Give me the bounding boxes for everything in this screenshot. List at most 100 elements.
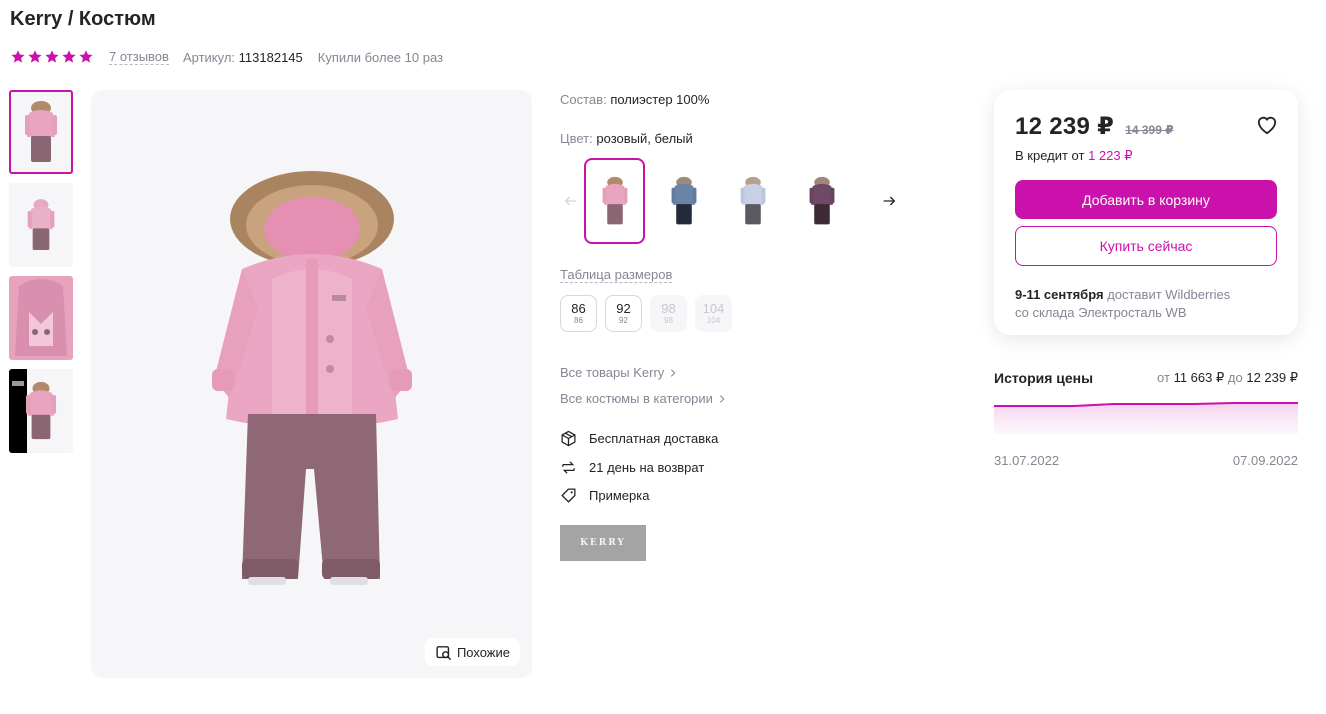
search-image-icon bbox=[436, 645, 452, 660]
suit-promo-image bbox=[25, 381, 57, 440]
suit-alt-image bbox=[27, 199, 55, 250]
thumbnail-caption-mark bbox=[12, 381, 24, 386]
brand-logo-text: KERRY bbox=[580, 538, 626, 548]
size-selector: 86 86 92 92 98 98 104 104 bbox=[560, 295, 732, 332]
size-label: 92 bbox=[616, 300, 631, 316]
similar-button[interactable]: Похожие bbox=[424, 638, 520, 666]
main-product-image[interactable]: Похожие bbox=[91, 90, 532, 678]
range-from: 11 663 ₽ bbox=[1173, 370, 1225, 385]
size-label: 86 bbox=[571, 300, 586, 316]
price-area bbox=[994, 403, 1298, 434]
all-category-label: Все костюмы в категории bbox=[560, 391, 713, 406]
brand-logo[interactable]: KERRY bbox=[560, 525, 646, 561]
color-purple-image bbox=[809, 176, 835, 225]
all-category-link[interactable]: Все костюмы в категории bbox=[560, 391, 727, 406]
size-sublabel: 86 bbox=[574, 315, 583, 325]
feature-label: Бесплатная доставка bbox=[589, 431, 719, 446]
old-price: 14 399 ₽ bbox=[1125, 123, 1174, 137]
price-card: 12 239 ₽ 14 399 ₽ В кредит от 1 223 ₽ До… bbox=[994, 90, 1298, 335]
date-start: 31.07.2022 bbox=[994, 453, 1060, 468]
similar-label: Похожие bbox=[456, 644, 510, 660]
size-table-link[interactable]: Таблица размеров bbox=[560, 267, 673, 283]
feature-fitting: Примерка bbox=[560, 487, 649, 504]
size-option-104[interactable]: 104 104 bbox=[695, 295, 732, 332]
reviews-link[interactable]: 7 отзывов bbox=[109, 49, 169, 65]
date-end: 07.09.2022 bbox=[1232, 453, 1298, 468]
price-history-header: История цены от 11 663 ₽ до 12 239 ₽ bbox=[994, 370, 1298, 386]
thumbnail-list bbox=[9, 90, 73, 462]
color-option-blue[interactable] bbox=[653, 158, 714, 244]
size-sublabel: 98 bbox=[664, 315, 673, 325]
rating-stars[interactable] bbox=[10, 49, 94, 65]
credit-info: В кредит от 1 223 ₽ bbox=[1015, 148, 1277, 164]
color-value: розовый, белый bbox=[596, 131, 693, 146]
suit-detail-image bbox=[9, 276, 73, 360]
product-title: Kerry / Костюм bbox=[10, 8, 156, 30]
size-option-92[interactable]: 92 92 bbox=[605, 295, 642, 332]
heart-icon bbox=[1257, 116, 1277, 135]
delivery-info: 9-11 сентября доставит Wildberries со ск… bbox=[1015, 286, 1277, 322]
color-option-light-blue[interactable] bbox=[723, 158, 784, 244]
feature-label: 21 день на возврат bbox=[589, 460, 705, 475]
carousel-prev-button[interactable] bbox=[560, 190, 581, 212]
delivery-warehouse: со склада Электросталь WB bbox=[1015, 305, 1187, 320]
range-to: 12 239 ₽ bbox=[1246, 370, 1298, 385]
feature-label: Примерка bbox=[589, 488, 650, 503]
chevron-right-icon bbox=[719, 394, 725, 403]
size-label: 104 bbox=[702, 300, 725, 316]
feature-free-delivery: Бесплатная доставка bbox=[560, 430, 718, 447]
add-to-cart-button[interactable]: Добавить в корзину bbox=[1015, 180, 1277, 219]
feature-return: 21 день на возврат bbox=[560, 459, 704, 476]
color-label: Цвет: bbox=[560, 131, 593, 146]
price-history-range: от 11 663 ₽ до 12 239 ₽ bbox=[1157, 370, 1298, 386]
color-light-blue-image bbox=[740, 176, 766, 225]
color-option-pink[interactable] bbox=[584, 158, 646, 244]
snowsuit-image bbox=[211, 171, 412, 585]
price-history-title: История цены bbox=[994, 370, 1094, 386]
buy-now-button[interactable]: Купить сейчас bbox=[1015, 226, 1277, 266]
star-icon bbox=[28, 50, 42, 63]
thumbnail-2[interactable] bbox=[9, 183, 73, 267]
range-to-label: до bbox=[1227, 370, 1243, 385]
size-sublabel: 104 bbox=[706, 315, 721, 325]
thumbnail-3[interactable] bbox=[9, 276, 73, 360]
article-label: Артикул: bbox=[182, 49, 236, 65]
favorite-button[interactable] bbox=[1256, 115, 1278, 140]
carousel-next-button[interactable] bbox=[879, 190, 900, 212]
composition-value: полиэстер 100% bbox=[610, 92, 710, 107]
price-row: 12 239 ₽ 14 399 ₽ bbox=[1015, 112, 1277, 141]
size-option-86[interactable]: 86 86 bbox=[560, 295, 597, 332]
color-blue-image bbox=[671, 176, 697, 225]
color-carousel bbox=[560, 158, 900, 244]
size-label: 98 bbox=[661, 300, 676, 316]
delivery-text: доставит Wildberries bbox=[1107, 287, 1231, 302]
credit-label: В кредит от bbox=[1015, 148, 1085, 163]
thumbnail-4[interactable] bbox=[9, 369, 73, 453]
suit-front-image bbox=[25, 101, 57, 162]
size-sublabel: 92 bbox=[619, 315, 628, 325]
box-icon bbox=[561, 430, 576, 447]
product-meta: 7 отзывов Артикул: 113182145 Купили боле… bbox=[10, 47, 443, 67]
current-price: 12 239 ₽ bbox=[1015, 113, 1115, 140]
price-history-chart[interactable] bbox=[994, 400, 1298, 440]
bought-count: Купили более 10 раз bbox=[317, 49, 443, 65]
thumbnail-1[interactable] bbox=[9, 90, 73, 174]
star-icon bbox=[79, 50, 93, 63]
article-value[interactable]: 113182145 bbox=[239, 50, 303, 65]
color-pink-image bbox=[602, 176, 628, 225]
composition-row: Состав: полиэстер 100% bbox=[560, 92, 709, 107]
size-option-98[interactable]: 98 98 bbox=[650, 295, 687, 332]
star-icon bbox=[11, 50, 25, 63]
credit-value[interactable]: 1 223 ₽ bbox=[1088, 148, 1132, 163]
all-brand-products-link[interactable]: Все товары Kerry bbox=[560, 365, 678, 380]
range-from-label: от bbox=[1157, 370, 1170, 385]
star-icon bbox=[62, 50, 76, 63]
color-option-purple[interactable] bbox=[792, 158, 853, 244]
arrow-right-icon bbox=[884, 196, 896, 206]
star-icon bbox=[45, 50, 59, 63]
article-number: Артикул: 113182145 bbox=[183, 50, 303, 65]
chevron-right-icon bbox=[671, 368, 676, 377]
price-history: История цены от 11 663 ₽ до 12 239 ₽ 31.… bbox=[994, 370, 1298, 468]
all-brand-products-label: Все товары Kerry bbox=[560, 365, 665, 380]
price-history-dates: 31.07.2022 07.09.2022 bbox=[994, 453, 1298, 468]
